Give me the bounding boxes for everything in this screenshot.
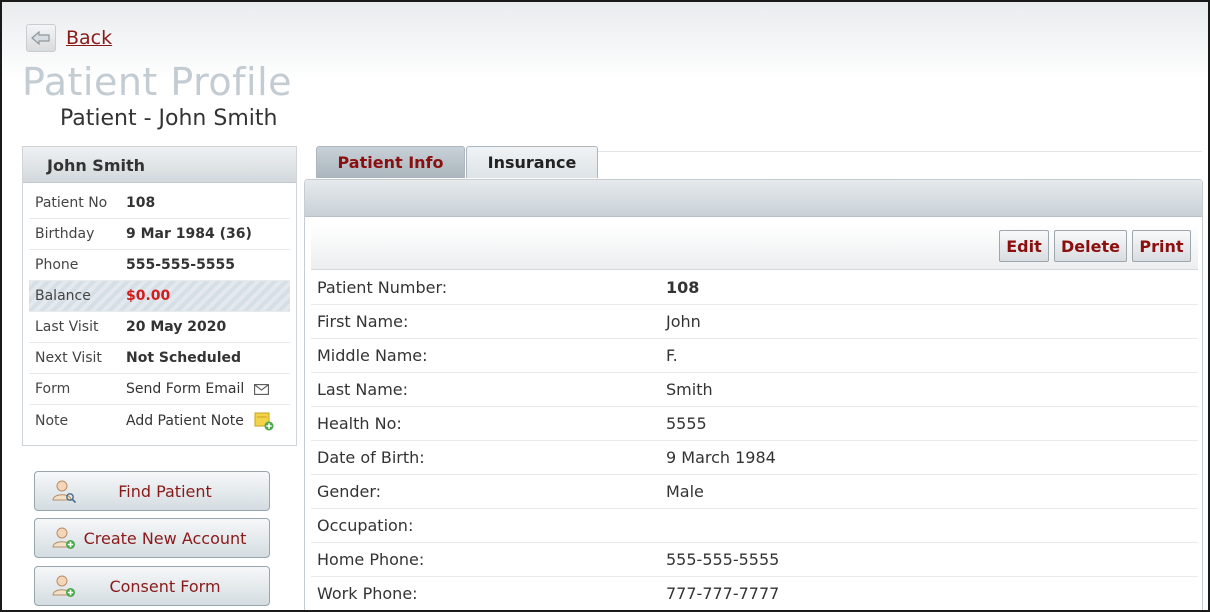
summary-label: Form	[35, 381, 71, 397]
create-new-account-button[interactable]: Create New Account	[34, 518, 270, 558]
summary-value: 9 Mar 1984 (36)	[126, 226, 252, 242]
summary-row-phone: Phone 555-555-5555	[29, 250, 290, 281]
patient-info-panel: Edit Delete Print Patient Number: 108 Fi…	[304, 179, 1203, 610]
patient-info-list: Patient Number: 108 First Name: John Mid…	[311, 271, 1198, 610]
find-patient-icon	[51, 478, 77, 508]
summary-label: Phone	[35, 257, 79, 273]
info-row-occupation: Occupation:	[311, 509, 1198, 543]
summary-label: Patient No	[35, 195, 108, 211]
summary-label: Note	[35, 412, 69, 429]
balance-value: $0.00	[126, 288, 171, 304]
envelope-icon[interactable]	[254, 383, 270, 395]
info-value: F.	[666, 346, 678, 365]
panel-header-bar	[305, 180, 1202, 217]
info-value: Male	[666, 482, 704, 501]
summary-row-balance: Balance $0.00	[29, 281, 290, 312]
summary-label: Next Visit	[35, 350, 102, 366]
tab-insurance[interactable]: Insurance	[466, 146, 598, 178]
info-row-gender: Gender: Male	[311, 475, 1198, 509]
app-window: Back Patient Profile Patient - John Smit…	[0, 0, 1210, 612]
info-value: 777-777-7777	[666, 584, 780, 603]
info-label: Work Phone:	[317, 584, 418, 603]
info-value: 555-555-5555	[666, 550, 780, 569]
info-value: 5555	[666, 414, 707, 433]
info-value: Smith	[666, 380, 713, 399]
info-row-date-of-birth: Date of Birth: 9 March 1984	[311, 441, 1198, 475]
summary-row-birthday: Birthday 9 Mar 1984 (36)	[29, 219, 290, 250]
edit-button[interactable]: Edit	[999, 230, 1049, 262]
send-form-email-link[interactable]: Send Form Email	[126, 381, 270, 397]
consent-form-button[interactable]: Consent Form	[34, 566, 270, 606]
info-row-health-no: Health No: 5555	[311, 407, 1198, 441]
info-row-middle-name: Middle Name: F.	[311, 339, 1198, 373]
add-patient-note-label[interactable]: Add Patient Note	[126, 413, 244, 429]
summary-label: Last Visit	[35, 319, 99, 335]
add-note-icon[interactable]	[254, 411, 274, 431]
info-value: John	[666, 312, 701, 331]
info-label: Middle Name:	[317, 346, 428, 365]
info-label: First Name:	[317, 312, 409, 331]
info-row-work-phone: Work Phone: 777-777-7777	[311, 577, 1198, 610]
info-label: Health No:	[317, 414, 402, 433]
info-value: 9 March 1984	[666, 448, 776, 467]
info-row-patient-number: Patient Number: 108	[311, 271, 1198, 305]
info-label: Home Phone:	[317, 550, 425, 569]
summary-row-last-visit: Last Visit 20 May 2020	[29, 312, 290, 343]
summary-label: Birthday	[35, 226, 95, 242]
back-link[interactable]: Back	[26, 24, 112, 52]
panel-toolbar: Edit Delete Print	[311, 224, 1198, 270]
info-row-home-phone: Home Phone: 555-555-5555	[311, 543, 1198, 577]
add-patient-icon	[51, 525, 77, 555]
info-label: Date of Birth:	[317, 448, 425, 467]
patient-name-header: John Smith	[23, 147, 296, 183]
page-title: Patient Profile	[22, 60, 293, 104]
info-value: 108	[666, 278, 700, 297]
info-label: Last Name:	[317, 380, 409, 399]
summary-row-patient-no: Patient No 108	[29, 188, 290, 219]
info-label: Gender:	[317, 482, 382, 501]
back-label[interactable]: Back	[66, 27, 112, 49]
print-button[interactable]: Print	[1132, 230, 1191, 262]
back-arrow-icon	[26, 24, 56, 52]
summary-row-next-visit: Next Visit Not Scheduled	[29, 343, 290, 374]
info-row-last-name: Last Name: Smith	[311, 373, 1198, 407]
summary-value: 108	[126, 195, 156, 211]
tab-divider	[598, 151, 1202, 152]
page-subtitle: Patient - John Smith	[60, 106, 278, 131]
consent-form-icon	[51, 573, 77, 603]
add-patient-note-link[interactable]: Add Patient Note	[126, 411, 274, 431]
info-row-first-name: First Name: John	[311, 305, 1198, 339]
info-label: Occupation:	[317, 516, 414, 535]
patient-summary-card: John Smith Patient No 108 Birthday 9 Mar…	[22, 146, 297, 446]
send-form-email-label[interactable]: Send Form Email	[126, 381, 244, 397]
summary-row-form: Form Send Form Email	[29, 374, 290, 405]
summary-value: 20 May 2020	[126, 319, 227, 335]
delete-button[interactable]: Delete	[1054, 230, 1127, 262]
info-label: Patient Number:	[317, 278, 448, 297]
tab-patient-info[interactable]: Patient Info	[316, 146, 465, 178]
summary-row-note: Note Add Patient Note	[29, 405, 290, 436]
summary-value: 555-555-5555	[126, 257, 236, 273]
summary-label: Balance	[35, 288, 91, 304]
find-patient-button[interactable]: Find Patient	[34, 471, 270, 511]
summary-value: Not Scheduled	[126, 350, 242, 366]
